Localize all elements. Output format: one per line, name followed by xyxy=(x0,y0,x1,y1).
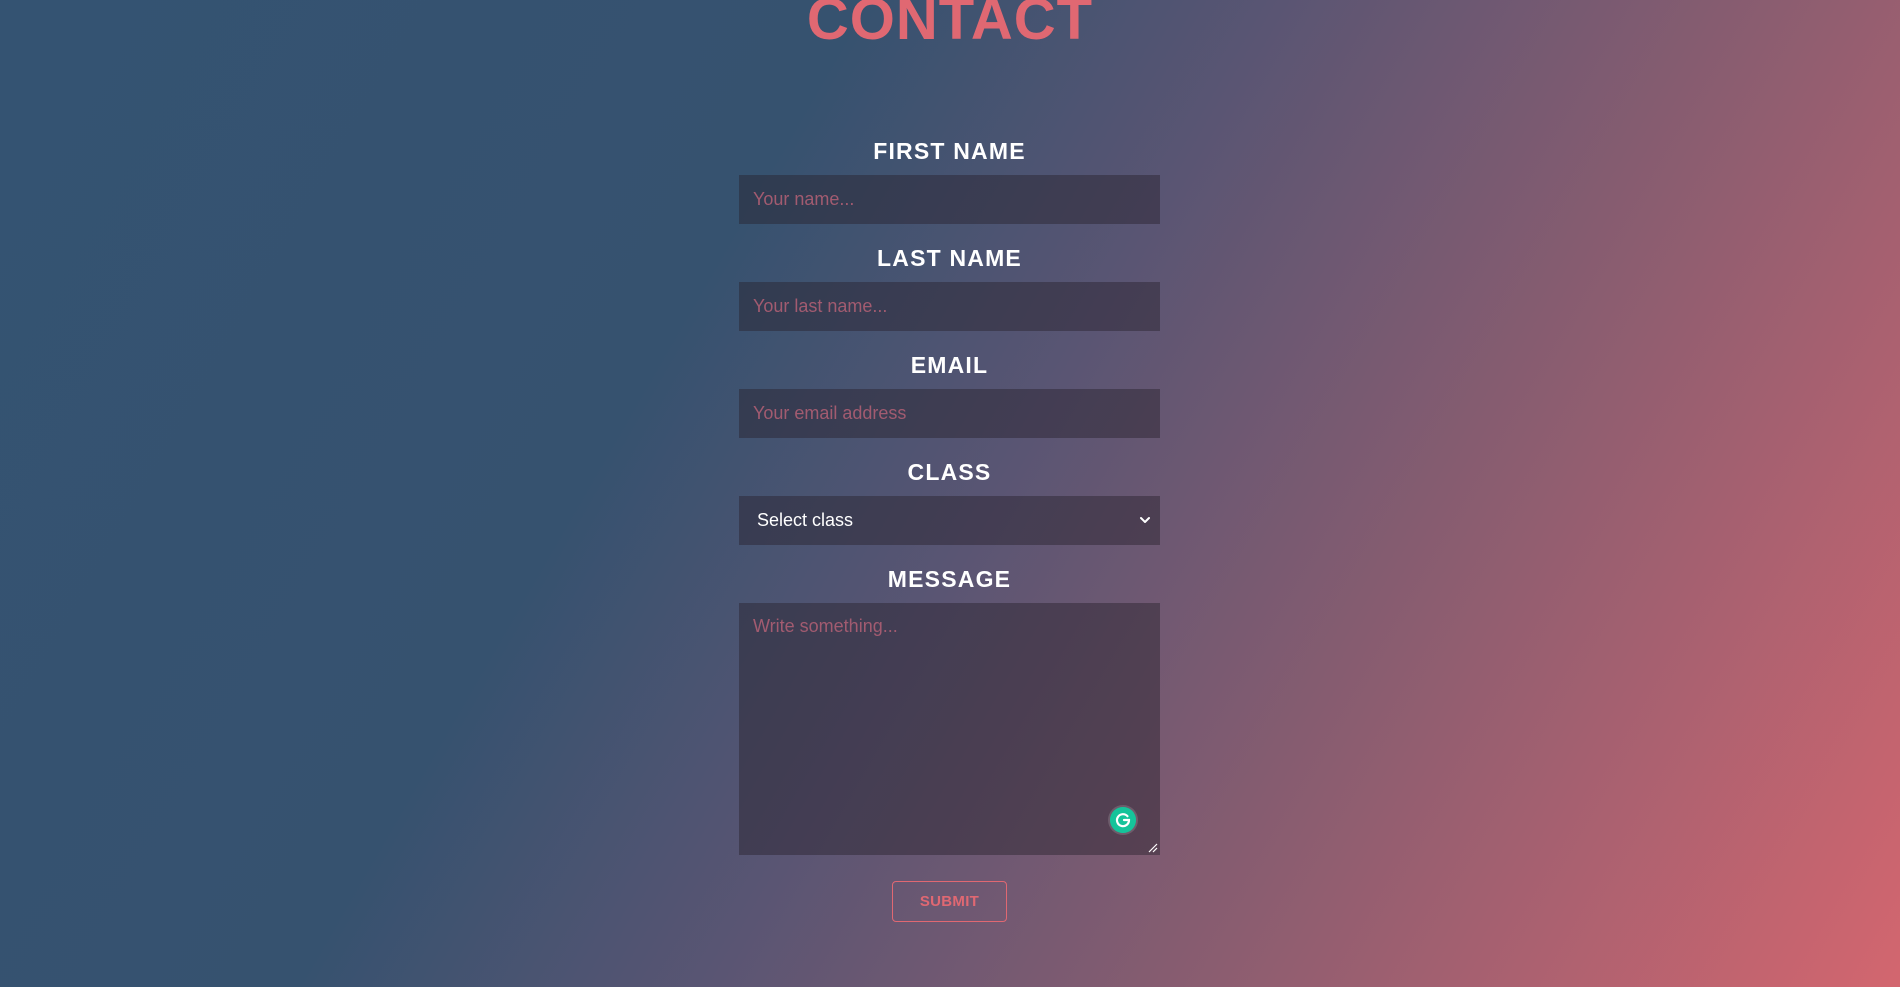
class-label: CLASS xyxy=(907,459,992,485)
resize-handle-icon[interactable] xyxy=(1148,843,1158,853)
last-name-input[interactable]: Your last name... xyxy=(739,282,1160,331)
email-input[interactable]: Your email address xyxy=(739,389,1160,438)
first-name-input[interactable]: Your name... xyxy=(739,175,1160,224)
message-label: MESSAGE xyxy=(887,566,1012,592)
first-name-placeholder: Your name... xyxy=(753,189,855,209)
message-placeholder: Write something... xyxy=(753,616,898,636)
submit-wrapper: SUBMIT xyxy=(739,881,1160,922)
last-name-label: LAST NAME xyxy=(877,245,1022,271)
email-placeholder: Your email address xyxy=(753,403,907,423)
email-label: EMAIL xyxy=(910,352,989,378)
grammarly-icon[interactable] xyxy=(1110,807,1136,833)
class-select-value: Select class xyxy=(757,510,854,530)
first-name-label: FIRST NAME xyxy=(873,138,1026,164)
submit-button[interactable]: SUBMIT xyxy=(892,881,1007,922)
class-select[interactable]: Select class xyxy=(739,496,1160,545)
last-name-placeholder: Your last name... xyxy=(753,296,888,316)
page-title: CONTACT xyxy=(806,0,1094,52)
chevron-down-icon xyxy=(1140,517,1150,523)
contact-page: CONTACT FIRST NAME Your name... LAST NAM… xyxy=(0,0,1900,987)
contact-form: FIRST NAME Your name... LAST NAME Your l… xyxy=(739,133,1160,922)
message-textarea[interactable]: Write something... xyxy=(739,603,1160,855)
